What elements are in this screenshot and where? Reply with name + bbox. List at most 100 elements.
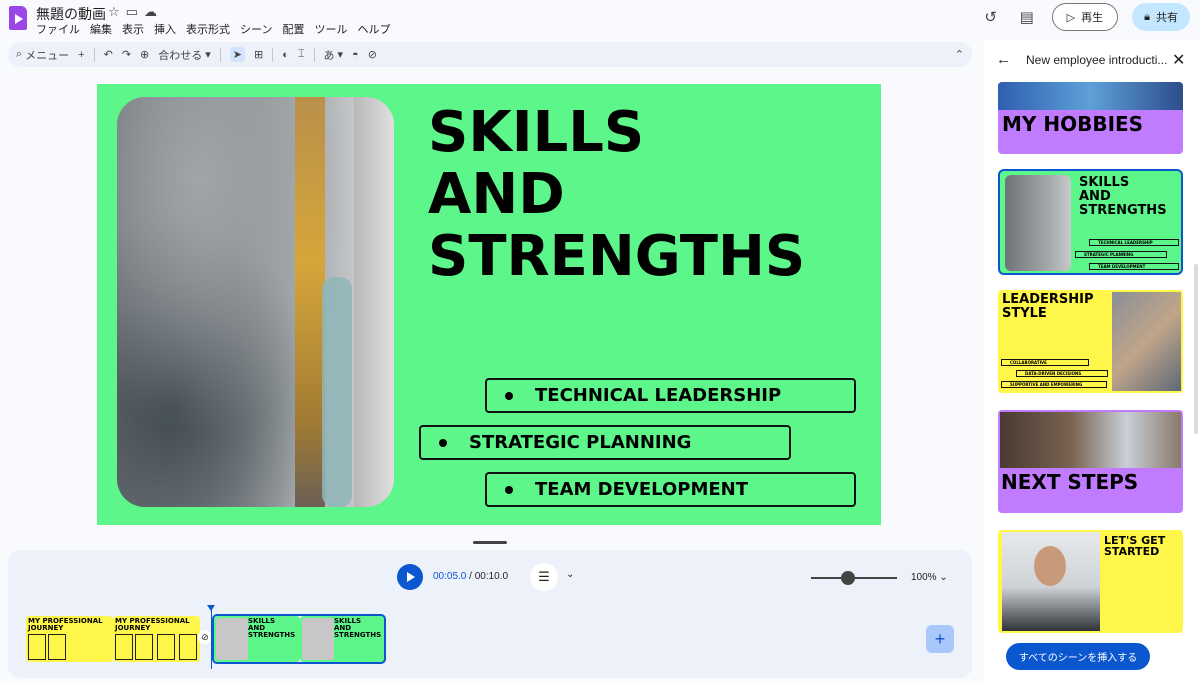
menu-file[interactable]: ファイル [36,21,80,37]
current-time: 00:05.0 [433,571,467,582]
collapse-toolbar-button[interactable]: ⌃ [955,48,964,61]
scene-photo [1002,532,1100,631]
vids-logo-icon[interactable] [9,6,27,30]
timeline-play-button[interactable] [397,564,423,590]
scene-thumbnail-skills[interactable]: SKILLS AND STRENGTHS TECHNICAL LEADERSHI… [998,169,1183,275]
zoom-level-dropdown[interactable]: 100% ⌄ [911,572,948,583]
add-scene-button[interactable]: + [926,625,954,653]
photo-blur [117,97,394,507]
share-button[interactable]: 🔒︎ 共有 [1132,3,1190,31]
fill-color-button[interactable]: ◓ [352,49,359,61]
star-icon[interactable]: ☆ [108,4,120,20]
move-folder-icon[interactable]: ▭ [126,4,138,20]
timeline-resize-handle[interactable] [473,541,507,544]
play-button[interactable]: ▷ 再生 [1051,3,1119,31]
share-button-label: 共有 [1156,12,1178,24]
menu-format[interactable]: 表示形式 [186,21,230,37]
menu-scene[interactable]: シーン [240,21,272,37]
paint-format-button[interactable]: ⌶ [298,48,305,61]
scene-thumbnail-get-started[interactable]: LET'S GET STARTED [998,530,1183,633]
video-editor: 無題の動画 ☆ ▭ ☁ ファイル 編集 表示 挿入 表示形式 シーン 配置 ツー… [0,0,1200,681]
clip-box [157,634,175,660]
timeline-clip[interactable]: MY PROFESSIONAL JOURNEY [113,616,200,662]
text-box-icon: ⊞ [254,49,264,61]
clip-box [28,634,46,660]
text-box-tool[interactable]: ⊞ [254,48,263,61]
bullet-strategic-planning[interactable]: STRATEGIC PLANNING [419,425,791,460]
plus-icon: + [78,48,85,61]
scene-bullet: STRATEGIC PLANNING [1075,251,1167,258]
add-button[interactable]: + [78,49,84,61]
menu-edit[interactable]: 編集 [90,21,112,37]
scene-title: MY HOBBIES [1002,112,1144,136]
scene-thumbnail-leadership[interactable]: LEADERSHIP STYLE COLLABORATIVE DATA-DRIV… [998,290,1183,393]
panel-scrollbar[interactable] [1194,264,1198,434]
palette-button[interactable]: ◐ [282,49,289,61]
title-actions: ☆ ▭ ☁ [108,4,157,20]
chevron-down-icon[interactable]: ⌄ [566,569,574,580]
transition-button[interactable]: ⊘ [368,48,377,61]
transition-icon: ⊘ [367,49,377,61]
toolbar-divider [219,47,221,62]
menu-search-button[interactable]: ⌕ メニュー [16,47,69,63]
bullet-dot [505,485,513,494]
cloud-status-icon[interactable]: ☁ [144,4,157,20]
scene-thumbnail-next-steps[interactable]: NEXT STEPS [998,410,1183,513]
timeline-clip[interactable]: MY PROFESSIONAL JOURNEY [26,616,113,662]
slide-photo[interactable] [117,97,394,507]
clip-box [48,634,66,660]
select-tool[interactable]: ➤ [229,47,246,62]
bullet-team-development[interactable]: TEAM DEVELOPMENT [485,472,856,507]
clip-box [179,634,197,660]
header-actions: ↺ ▤ ▷ 再生 🔒︎ 共有 [980,3,1190,31]
fit-icon: ☰ [538,569,550,584]
clip-title: MY PROFESSIONAL JOURNEY [115,617,190,632]
close-icon[interactable]: ✕ [1172,50,1185,70]
scene-photo [1005,175,1071,271]
menu-view[interactable]: 表示 [122,21,144,37]
total-time: 00:10.0 [474,571,509,582]
timecode: 00:05.0 / 00:10.0 [433,571,508,582]
bullet-technical-leadership[interactable]: TECHNICAL LEADERSHIP [485,378,856,413]
panel-title: New employee introducti... [1026,53,1168,67]
timeline-panel: 00:05.0 / 00:10.0 ☰ ⌄ 100% ⌄ MY PROFESSI… [8,550,972,678]
history-icon[interactable]: ↺ [980,6,1002,28]
undo-button[interactable]: ↶ [104,48,113,61]
search-icon: ⌕ [16,48,23,60]
time-separator: / [466,571,475,582]
scene-photo [1000,412,1181,468]
scene-title: NEXT STEPS [1001,470,1139,494]
menu-help[interactable]: ヘルプ [357,21,390,37]
scene-bullet: COLLABORATIVE [1001,359,1089,366]
zoom-fit-label: 合わせる [158,49,203,62]
toolbar-divider [272,47,274,62]
photo-detail [354,97,394,507]
menu-arrange[interactable]: 配置 [282,21,304,37]
insert-all-scenes-button[interactable]: すべてのシーンを挿入する [1006,643,1150,670]
back-arrow-icon[interactable]: ← [996,51,1011,68]
play-icon: ▷ [1066,11,1076,24]
zoom-slider-handle[interactable] [841,571,855,585]
caret-down-icon: ▾ [337,49,344,61]
transition-icon[interactable]: ⊘ [198,630,212,644]
bullet-dot [505,391,513,400]
text-style-dropdown[interactable]: あ ▾ [324,47,344,63]
bullet-text: TEAM DEVELOPMENT [535,479,749,500]
cursor-icon: ➤ [232,49,243,61]
slide-title[interactable]: SKILLS AND STRENGTHS [428,102,805,288]
zoom-button[interactable]: ⊕ [140,48,149,61]
bullet-text: TECHNICAL LEADERSHIP [535,385,782,406]
selected-clip-outline [212,614,386,664]
zoom-fit-dropdown[interactable]: 合わせる ▾ [158,47,211,63]
menu-tools[interactable]: ツール [314,21,347,37]
scene-thumbnail-hobbies[interactable]: MY HOBBIES [998,82,1183,154]
redo-button[interactable]: ↷ [122,48,131,61]
slide-canvas[interactable]: SKILLS AND STRENGTHS TECHNICAL LEADERSHI… [97,84,881,525]
menu-insert[interactable]: 挿入 [154,21,176,37]
fit-timeline-button[interactable]: ☰ [530,563,558,591]
clip-box [135,634,153,660]
caret-down-icon: ▾ [205,49,211,61]
playhead[interactable] [207,605,215,669]
comments-icon[interactable]: ▤ [1016,6,1038,28]
scene-photo [1112,292,1181,391]
